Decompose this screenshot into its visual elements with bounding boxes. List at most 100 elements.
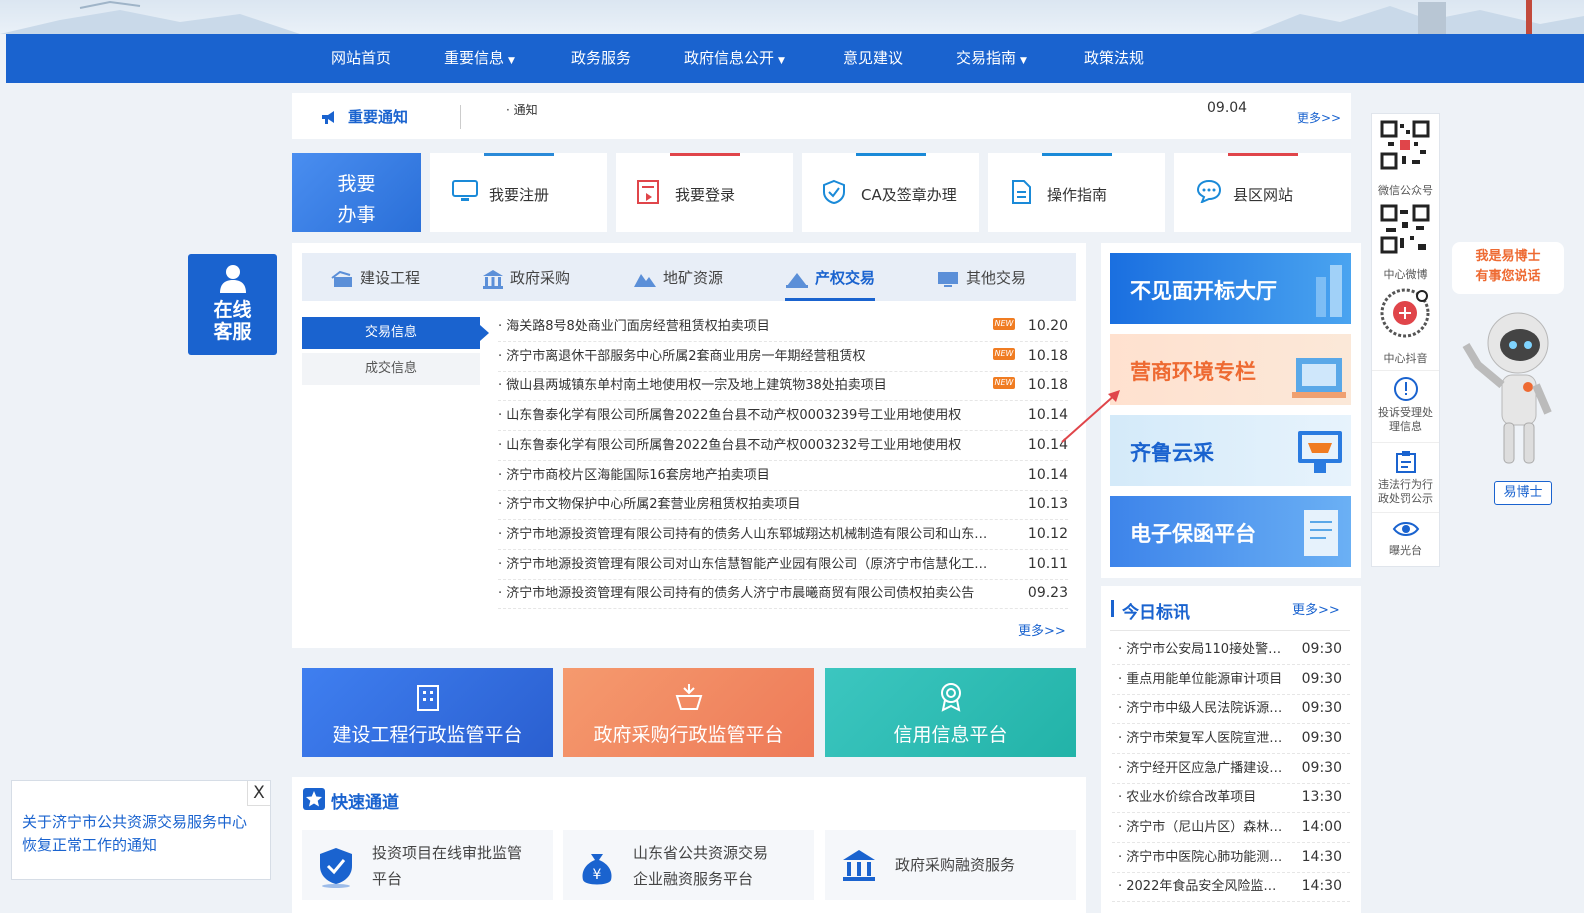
list-item[interactable]: · 山东鲁泰化学有限公司所属鲁2022鱼台县不动产权0003239号工业用地使用… bbox=[498, 401, 1068, 431]
rail-wechat[interactable]: 微信公众号 bbox=[1372, 118, 1439, 198]
nav-info-disclosure[interactable]: 政府信息公开 ▼ bbox=[684, 34, 785, 83]
robot-mascot-image[interactable] bbox=[1458, 305, 1558, 475]
list-item[interactable]: · 济宁经开区应急广播建设… 09:30 bbox=[1112, 754, 1350, 784]
nav-suggestions[interactable]: 意见建议 bbox=[843, 34, 903, 83]
tab-government-procurement[interactable]: 政府采购 bbox=[482, 255, 570, 301]
government-building-icon bbox=[483, 269, 503, 289]
main-nav: 网站首页 重要信息 ▼ 政务服务 政府信息公开 ▼ 意见建议 交易指南 ▼ 政策法规 bbox=[6, 34, 1584, 83]
nav-trade-guide[interactable]: 交易指南 ▼ bbox=[956, 34, 1027, 83]
login-tile[interactable]: 我要登录 bbox=[616, 153, 793, 232]
list-item[interactable]: · 济宁市荣复军人医院宣泄… 09:30 bbox=[1112, 724, 1350, 754]
mountain-icon bbox=[634, 273, 656, 287]
list-item[interactable]: · 农业水价综合改革项目 13:30 bbox=[1112, 783, 1350, 813]
megaphone-icon bbox=[322, 111, 334, 124]
notice-more-link[interactable]: 更多>> bbox=[1297, 109, 1341, 126]
subtab-deal-info[interactable]: 成交信息 bbox=[302, 353, 480, 385]
tab-mineral-resources[interactable]: 地矿资源 bbox=[633, 255, 723, 301]
nav-government-services[interactable]: 政务服务 bbox=[571, 34, 631, 83]
eye-icon bbox=[1392, 522, 1419, 536]
buildings-illustration bbox=[1316, 265, 1342, 317]
tab-construction[interactable]: 建设工程 bbox=[330, 255, 420, 301]
popup-notice[interactable]: X 关于济宁市公共资源交易服务中心恢复正常工作的通知 bbox=[11, 780, 271, 880]
nav-important-info[interactable]: 重要信息 ▼ bbox=[444, 34, 515, 83]
tab-property-rights[interactable]: 产权交易 bbox=[785, 255, 876, 301]
caret-down-icon: ▼ bbox=[1020, 56, 1027, 66]
rail-complaint-handling[interactable]: 投诉受理处理信息 bbox=[1372, 370, 1439, 441]
nav-policies[interactable]: 政策法规 bbox=[1084, 34, 1144, 83]
list-item[interactable]: · 济宁市中级人民法院诉源… 09:30 bbox=[1112, 694, 1350, 724]
list-item[interactable]: · 济宁市中医院心肺功能测… 14:30 bbox=[1112, 843, 1350, 873]
document-stack-illustration bbox=[1304, 510, 1338, 556]
list-item[interactable]: · 济宁市地源投资管理有限公司持有的债务人山东郓城翔达机械制造有限公司和山东… 1… bbox=[498, 520, 1068, 550]
award-icon bbox=[941, 683, 961, 712]
list-item[interactable]: · 济宁市地源投资管理有限公司对山东信慧智能产业园有限公司（原济宁市信慧化工… 1… bbox=[498, 550, 1068, 580]
mountain-scenery-decoration bbox=[0, 0, 1584, 34]
procurement-platform-button[interactable]: 政府采购行政监管平台 bbox=[563, 668, 814, 757]
subtab-pointer bbox=[480, 325, 489, 341]
svg-text:¥: ¥ bbox=[593, 867, 602, 883]
basket-icon bbox=[675, 684, 703, 710]
register-tile[interactable]: 我要注册 bbox=[430, 153, 607, 232]
credit-platform-button[interactable]: 信用信息平台 bbox=[825, 668, 1076, 757]
list-item[interactable]: · 济宁市商校片区海能国际16套房地产拍卖项目 10.14 bbox=[498, 461, 1068, 491]
investment-approval-link[interactable]: 投资项目在线审批监管 平台 bbox=[302, 830, 553, 900]
title-marker bbox=[1111, 600, 1114, 617]
rail-penalty-disclosure[interactable]: 违法行为行政处罚公示 bbox=[1372, 442, 1439, 511]
new-badge: NEW bbox=[993, 348, 1015, 360]
clipboard-icon bbox=[1395, 451, 1416, 473]
quick-channel-title: 快速通道 bbox=[331, 793, 399, 813]
computer-icon bbox=[938, 271, 958, 287]
user-icon bbox=[219, 265, 246, 293]
list-item[interactable]: · 济宁市地源投资管理有限公司持有的债务人济宁市晨曦商贸有限公司债权拍卖公告 09… bbox=[498, 579, 1068, 609]
office-illustration bbox=[1292, 358, 1346, 398]
new-badge: NEW bbox=[993, 318, 1015, 330]
qr-code-icon bbox=[1380, 204, 1430, 254]
list-item[interactable]: · 济宁市离退休干部服务中心所属2套商业用房一年期经营租赁权 NEW 10.18 bbox=[498, 342, 1068, 372]
rail-weibo[interactable]: 中心微博 bbox=[1372, 202, 1439, 282]
qilu-cloud-procurement-banner[interactable]: 齐鲁云采 bbox=[1110, 415, 1351, 486]
ca-signature-tile[interactable]: CA及签章办理 bbox=[802, 153, 979, 232]
tab-other-trade[interactable]: 其他交易 bbox=[936, 255, 1026, 301]
subtab-trade-info[interactable]: 交易信息 bbox=[302, 317, 480, 349]
list-item[interactable]: · 济宁市文物保护中心所属2套营业房租赁权拍卖项目 10.13 bbox=[498, 490, 1068, 520]
notice-item[interactable]: · 通知 bbox=[506, 101, 538, 118]
rail-douyin[interactable]: 中心抖音 bbox=[1372, 286, 1439, 366]
rail-exposure[interactable]: 曝光台 bbox=[1372, 512, 1439, 565]
new-badge: NEW bbox=[993, 377, 1015, 389]
qr-code-icon bbox=[1380, 288, 1430, 338]
list-item[interactable]: · 山东鲁泰化学有限公司所属鲁2022鱼台县不动产权0003232号工业用地使用… bbox=[498, 431, 1068, 461]
notice-bar: 重要通知 · 通知 09.04 更多>> bbox=[292, 93, 1351, 139]
today-more-link[interactable]: 更多>> bbox=[1292, 599, 1340, 618]
list-item[interactable]: · 海关路8号8处商业门面房经营租赁权拍卖项目 NEW 10.20 bbox=[498, 312, 1068, 342]
list-item[interactable]: · 重点用能单位能源审计项目 09:30 bbox=[1112, 665, 1350, 695]
qr-code-icon bbox=[1380, 120, 1430, 170]
shield-icon bbox=[320, 848, 352, 888]
list-item[interactable]: · 济宁市公安局110接处警… 09:30 bbox=[1112, 635, 1350, 665]
procurement-financing-link[interactable]: 政府采购融资服务 bbox=[825, 830, 1076, 900]
header-banner bbox=[0, 0, 1584, 34]
popup-text[interactable]: 关于济宁市公共资源交易服务中心恢复正常工作的通知 bbox=[22, 811, 260, 857]
list-item[interactable]: · 济宁市（尼山片区）森林… 14:00 bbox=[1112, 813, 1350, 843]
nav-home[interactable]: 网站首页 bbox=[331, 34, 391, 83]
building-icon bbox=[417, 685, 439, 711]
services-heading: 我要 办事 bbox=[292, 153, 421, 232]
e-guarantee-banner[interactable]: 电子保函平台 bbox=[1110, 496, 1351, 567]
pointer-arrow-decoration bbox=[1061, 390, 1120, 443]
remote-bid-hall-banner[interactable]: 不见面开标大厅 bbox=[1110, 253, 1351, 324]
document-icon bbox=[1012, 180, 1031, 204]
online-service-button[interactable]: 在线 客服 bbox=[188, 254, 277, 355]
operation-guide-tile[interactable]: 操作指南 bbox=[988, 153, 1165, 232]
list-item[interactable]: · 2022年食品安全风险监… 14:30 bbox=[1112, 872, 1350, 902]
construction-platform-button[interactable]: 建设工程行政监管平台 bbox=[302, 668, 553, 757]
business-environment-banner[interactable]: 营商环境专栏 bbox=[1110, 334, 1351, 405]
login-form-icon bbox=[637, 180, 659, 204]
construction-icon bbox=[331, 270, 352, 287]
trade-more-link[interactable]: 更多>> bbox=[1018, 620, 1066, 639]
enterprise-financing-link[interactable]: ¥ 山东省公共资源交易 企业融资服务平台 bbox=[563, 830, 814, 900]
assistant-name-button[interactable]: 易博士 bbox=[1494, 481, 1552, 505]
today-tenders-title: 今日标讯 bbox=[1122, 603, 1190, 623]
caret-down-icon: ▼ bbox=[778, 56, 785, 66]
popup-close-button[interactable]: X bbox=[247, 781, 270, 806]
county-sites-tile[interactable]: 县区网站 bbox=[1174, 153, 1351, 232]
list-item[interactable]: · 微山县两城镇东单村南土地使用权一宗及地上建筑物38处拍卖项目 NEW 10.18 bbox=[498, 371, 1068, 401]
